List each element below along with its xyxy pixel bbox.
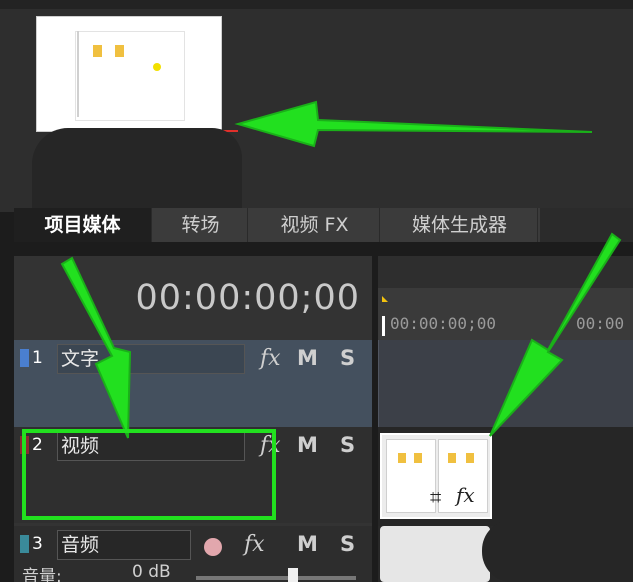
folder-icon [115, 45, 124, 57]
track-list: 00:00:00;00 1 文字 fx M S 2 视频 fx M S 3 音频… [14, 256, 372, 582]
audio-clip[interactable] [380, 526, 490, 582]
track-number: 2 [20, 435, 48, 455]
ruler-label: 00:00:00;00 [390, 314, 496, 333]
window-tabs: 项目媒体 转场 视频 FX 媒体生成器 [14, 208, 633, 242]
cursor-dot-icon [153, 63, 161, 71]
track-color-badge [20, 436, 29, 454]
track-number-label: 1 [32, 348, 43, 368]
tab-transitions[interactable]: 转场 [154, 208, 248, 242]
timecode-display[interactable]: 00:00:00;00 [135, 278, 360, 318]
track-color-badge [20, 535, 29, 553]
folder-icon [398, 453, 406, 463]
track-header-text[interactable]: 1 文字 fx M S [14, 340, 372, 427]
covered-area [32, 128, 242, 210]
ruler-label: 00:00 [576, 314, 625, 333]
tab-media-generators[interactable]: 媒体生成器 [382, 208, 538, 242]
track-number-label: 3 [32, 534, 43, 554]
marker-bar[interactable] [378, 256, 633, 288]
track-number: 3 [20, 534, 48, 554]
track-name-field[interactable]: 视频 [57, 431, 245, 461]
track-mute-button[interactable]: M [297, 433, 318, 457]
project-media-panel [0, 0, 633, 212]
track-solo-button[interactable]: S [340, 433, 355, 457]
loop-marker-icon[interactable] [382, 296, 388, 302]
volume-value: 0 dB [132, 562, 171, 582]
folder-icon [466, 453, 474, 463]
video-clip[interactable]: ⌗ fx [380, 433, 492, 519]
volume-slider-thumb[interactable] [288, 568, 298, 582]
thumbnail-frame [75, 31, 185, 121]
media-thumbnail[interactable] [36, 16, 222, 132]
thumbnail-scrollbar [77, 31, 79, 117]
track-fx-button[interactable]: fx [260, 433, 281, 458]
folder-icon [93, 45, 102, 57]
tab-bar-empty [540, 208, 633, 242]
track-header-audio[interactable]: 3 音频 fx M S 音量: 0 dB [14, 526, 372, 582]
track-number-label: 2 [32, 435, 43, 455]
track-header-video[interactable]: 2 视频 fx M S [14, 427, 372, 523]
folder-icon [414, 453, 422, 463]
tab-video-fx[interactable]: 视频 FX [250, 208, 380, 242]
track-mute-button[interactable]: M [297, 346, 318, 370]
crop-icon[interactable]: ⌗ [430, 485, 441, 509]
record-arm-button[interactable] [204, 538, 222, 556]
track-number: 1 [20, 348, 48, 368]
text-track-lane[interactable] [378, 340, 633, 427]
track-name-field[interactable]: 音频 [57, 530, 191, 560]
track-fx-button[interactable]: fx [260, 346, 281, 371]
track-solo-button[interactable]: S [340, 346, 355, 370]
timeline-area[interactable]: 00:00:00;00 00:00 ⌗ fx [378, 256, 633, 582]
track-fx-button[interactable]: fx [244, 532, 265, 557]
track-solo-button[interactable]: S [340, 532, 355, 556]
track-name-field[interactable]: 文字 [57, 344, 245, 374]
playhead[interactable] [382, 316, 385, 336]
clip-frame [386, 439, 436, 513]
volume-row: 音量: 0 dB [20, 562, 370, 582]
folder-icon [448, 453, 456, 463]
tab-project-media[interactable]: 项目媒体 [14, 208, 152, 242]
track-color-badge [20, 349, 29, 367]
media-toolbar-strip [0, 0, 633, 9]
volume-label: 音量: [22, 567, 62, 582]
clip-fx-icon[interactable]: fx [456, 483, 475, 507]
covered-area [482, 520, 633, 582]
volume-slider-track[interactable] [196, 576, 356, 580]
track-mute-button[interactable]: M [297, 532, 318, 556]
